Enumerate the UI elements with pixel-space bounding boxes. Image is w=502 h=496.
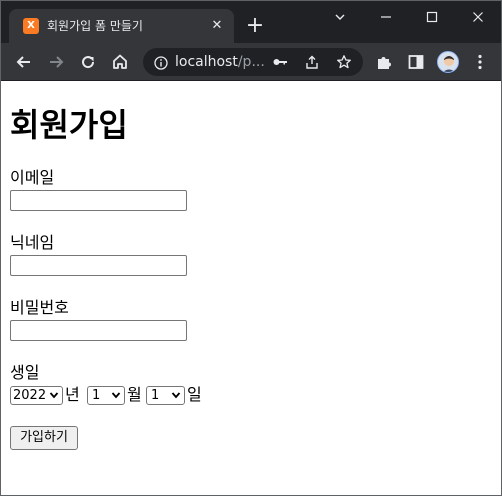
birth-month-select[interactable]: 1 xyxy=(87,386,125,405)
close-tab-icon[interactable]: ✕ xyxy=(209,18,225,34)
birth-day-value: 1 xyxy=(151,388,160,403)
profile-avatar[interactable] xyxy=(437,51,459,73)
forward-icon[interactable] xyxy=(46,52,66,72)
tab-strip: X 회원가입 폼 만들기 ✕ + xyxy=(1,1,501,43)
tab-signup[interactable]: X 회원가입 폼 만들기 ✕ xyxy=(9,9,234,43)
email-label: 이메일 xyxy=(10,168,55,187)
birth-day-select[interactable]: 1 xyxy=(146,386,185,405)
email-field[interactable] xyxy=(10,190,187,211)
xampp-favicon-icon: X xyxy=(23,18,39,34)
new-tab-icon[interactable]: + xyxy=(243,15,267,39)
year-unit: 년 xyxy=(65,385,80,404)
birth-month-value: 1 xyxy=(92,388,101,403)
browser-window: X 회원가입 폼 만들기 ✕ + localhost/p... 회원가입 이메일… xyxy=(0,0,502,496)
extensions-puzzle-icon[interactable] xyxy=(374,52,394,72)
browser-toolbar: localhost/p... xyxy=(1,43,501,81)
reload-icon[interactable] xyxy=(78,52,98,72)
page-content: 회원가입 이메일 닉네임 비밀번호 생일 2022 년 1 월 1 일 가입하기 xyxy=(1,82,501,495)
minimize-icon[interactable] xyxy=(363,5,409,29)
birth-year-select[interactable]: 2022 xyxy=(10,386,63,405)
share-icon[interactable] xyxy=(304,54,320,70)
chevron-down-icon xyxy=(170,389,182,401)
nickname-label: 닉네임 xyxy=(10,233,55,252)
birth-label: 생일 xyxy=(10,363,40,382)
tab-search-chevron-icon[interactable] xyxy=(317,5,363,29)
url-text: localhost/p... xyxy=(175,54,265,70)
day-unit: 일 xyxy=(187,385,202,404)
birth-year-value: 2022 xyxy=(13,388,47,403)
password-field[interactable] xyxy=(10,320,187,341)
maximize-icon[interactable] xyxy=(409,5,455,29)
month-unit: 월 xyxy=(127,385,142,404)
back-icon[interactable] xyxy=(14,52,34,72)
bookmark-star-icon[interactable] xyxy=(336,54,352,70)
home-icon[interactable] xyxy=(110,52,130,72)
nickname-field[interactable] xyxy=(10,255,187,276)
signup-submit-button[interactable]: 가입하기 xyxy=(10,426,78,450)
close-window-icon[interactable] xyxy=(455,5,501,29)
chevron-down-icon xyxy=(110,389,122,401)
password-key-icon[interactable] xyxy=(272,54,288,70)
menu-kebab-icon[interactable] xyxy=(470,52,490,72)
site-info-icon[interactable] xyxy=(154,55,168,70)
tab-title: 회원가입 폼 만들기 xyxy=(47,19,143,33)
page-title: 회원가입 xyxy=(10,106,128,144)
chevron-down-icon xyxy=(48,389,60,401)
address-bar[interactable]: localhost/p... xyxy=(143,48,363,76)
side-panel-icon[interactable] xyxy=(406,52,426,72)
password-label: 비밀번호 xyxy=(10,298,69,317)
